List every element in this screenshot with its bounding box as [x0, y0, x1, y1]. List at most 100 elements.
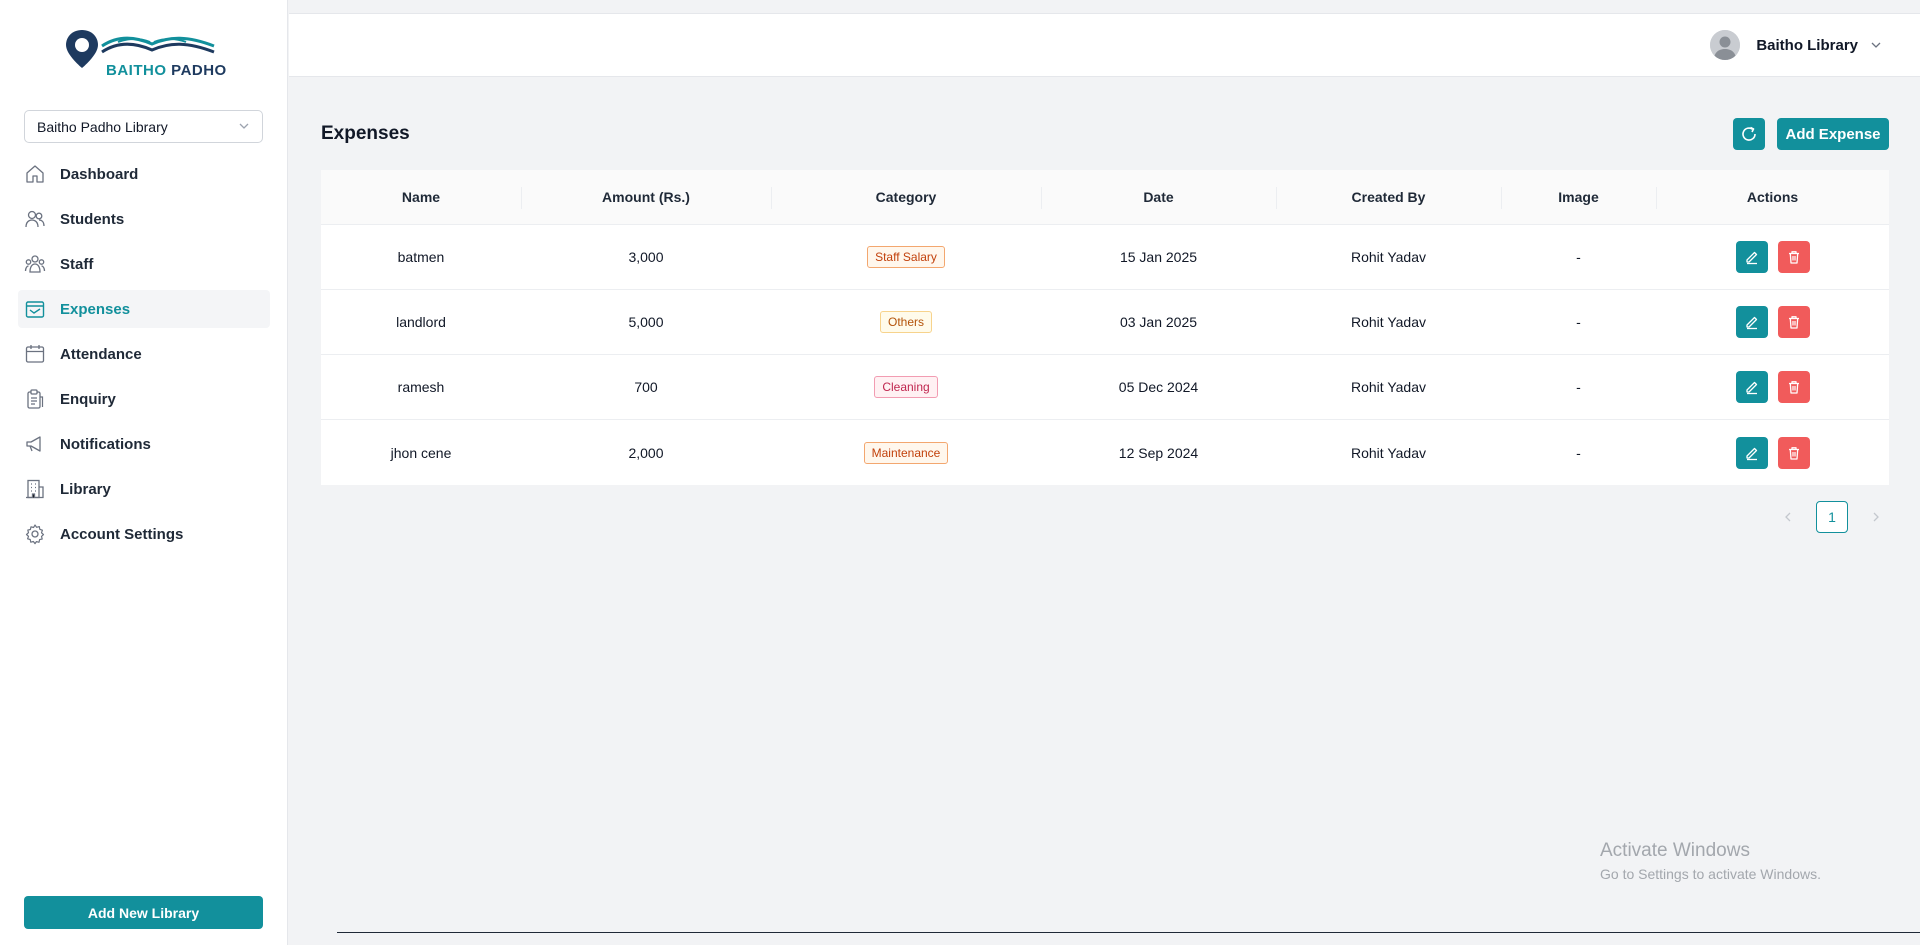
- cell-image: -: [1576, 314, 1581, 330]
- sidebar-item-enquiry[interactable]: Enquiry: [18, 380, 270, 418]
- cell-date: 05 Dec 2024: [1118, 379, 1199, 395]
- watermark-title: Activate Windows: [1600, 840, 1750, 861]
- sidebar-item-library[interactable]: Library: [18, 470, 270, 508]
- cell-actions: [1656, 290, 1889, 354]
- sidebar-item-dashboard[interactable]: Dashboard: [18, 155, 270, 193]
- column-header-amount[interactable]: Amount (Rs.): [521, 170, 771, 224]
- sidebar-item-notifications[interactable]: Notifications: [18, 425, 270, 463]
- user-menu[interactable]: Baitho Library: [1710, 30, 1882, 60]
- trash-icon: [1788, 381, 1799, 394]
- edit-icon: [1745, 447, 1757, 460]
- column-header-date[interactable]: Date: [1041, 170, 1276, 224]
- refresh-button[interactable]: [1733, 118, 1765, 150]
- clipboard-icon: [27, 389, 44, 409]
- sidebar-item-label: Library: [60, 480, 111, 498]
- cell-category: Maintenance: [771, 420, 1041, 485]
- home-icon: [26, 165, 44, 183]
- cell-category: Cleaning: [771, 355, 1041, 419]
- add-new-library-button[interactable]: Add New Library: [24, 896, 263, 929]
- cell-name: batmen: [397, 249, 445, 265]
- sidebar-item-staff[interactable]: Staff: [18, 245, 270, 283]
- cell-created-by: Rohit Yadav: [1351, 379, 1426, 395]
- wallet-icon: [25, 301, 45, 318]
- edit-icon: [1745, 251, 1757, 265]
- edit-button[interactable]: [1735, 371, 1768, 403]
- delete-button[interactable]: [1777, 241, 1810, 273]
- gear-icon: [25, 524, 45, 545]
- cell-name: ramesh: [397, 379, 445, 395]
- category-tag: Maintenance: [863, 441, 949, 464]
- expenses-table: Name Amount (Rs.) Category Date Created …: [321, 170, 1889, 485]
- column-header-name[interactable]: Name: [321, 170, 521, 224]
- cell-image: -: [1576, 444, 1581, 461]
- edit-button[interactable]: [1735, 241, 1768, 273]
- table-row: landlord 5,000 Others 03 Jan 2025 Rohit …: [321, 290, 1889, 355]
- trash-icon: [1788, 251, 1799, 264]
- sidebar-item-label: Enquiry: [60, 390, 116, 408]
- brand-logo[interactable]: BAITHO PADHO: [62, 28, 227, 84]
- category-tag: Cleaning: [874, 376, 938, 398]
- divider: [337, 932, 1920, 933]
- sidebar-item-label: Staff: [60, 255, 94, 273]
- add-expense-button[interactable]: Add Expense: [1777, 118, 1889, 150]
- delete-button[interactable]: [1777, 371, 1810, 403]
- brand-name-part1: BAITHO: [106, 62, 167, 79]
- pagination-page-1[interactable]: 1: [1816, 501, 1848, 533]
- sidebar-item-label: Account Settings: [60, 525, 184, 543]
- delete-button[interactable]: [1777, 436, 1810, 469]
- column-header-image[interactable]: Image: [1501, 170, 1656, 224]
- sidebar-item-attendance[interactable]: Attendance: [18, 335, 270, 373]
- cell-name: jhon cene: [390, 444, 452, 461]
- brand-name-part2: PADHO: [171, 62, 227, 79]
- cell-category: Staff Salary: [771, 225, 1041, 289]
- column-header-created-by[interactable]: Created By: [1276, 170, 1501, 224]
- cell-date: 15 Jan 2025: [1119, 249, 1198, 265]
- pagination-prev-button[interactable]: [1780, 509, 1796, 525]
- trash-icon: [1788, 316, 1799, 329]
- cell-created-by: Rohit Yadav: [1351, 314, 1426, 330]
- chevron-down-icon: [239, 123, 249, 129]
- cell-amount: 2,000: [628, 444, 664, 461]
- column-header-category[interactable]: Category: [771, 170, 1041, 224]
- library-select[interactable]: Baitho Padho Library: [24, 110, 263, 143]
- cell-created-by: Rohit Yadav: [1351, 444, 1426, 461]
- sidebar-item-students[interactable]: Students: [18, 200, 270, 238]
- sidebar-item-label: Expenses: [60, 300, 131, 318]
- cell-amount: 3,000: [628, 249, 664, 265]
- edit-button[interactable]: [1735, 306, 1768, 338]
- sidebar-nav: Dashboard Students Staff Expenses Attend…: [18, 155, 270, 560]
- sidebar-item-label: Notifications: [60, 435, 151, 453]
- delete-button[interactable]: [1777, 306, 1810, 338]
- sidebar: BAITHO PADHO Baitho Padho Library Dashbo…: [0, 0, 288, 945]
- cell-actions: [1656, 225, 1889, 289]
- pagination: 1: [1780, 501, 1884, 533]
- table-row: batmen 3,000 Staff Salary 15 Jan 2025 Ro…: [321, 225, 1889, 290]
- cell-amount: 5,000: [628, 314, 664, 330]
- user-name: Baitho Library: [1756, 36, 1858, 54]
- sidebar-item-label: Dashboard: [60, 165, 139, 183]
- sidebar-item-expenses[interactable]: Expenses: [18, 290, 270, 328]
- watermark-subtitle: Go to Settings to activate Windows.: [1600, 866, 1821, 882]
- cell-date: 03 Jan 2025: [1119, 314, 1198, 330]
- column-header-actions: Actions: [1656, 170, 1889, 224]
- brand-name: BAITHO PADHO: [106, 62, 227, 79]
- top-header: Baitho Library: [289, 13, 1920, 77]
- cell-actions: [1656, 420, 1889, 485]
- windows-activation-watermark: Activate Windows Go to Settings to activ…: [1600, 840, 1821, 882]
- page-title: Expenses: [321, 123, 410, 144]
- users-icon: [25, 210, 45, 228]
- sidebar-item-account-settings[interactable]: Account Settings: [18, 515, 270, 553]
- edit-icon: [1745, 381, 1757, 395]
- team-icon: [24, 255, 46, 273]
- cell-name: landlord: [396, 314, 446, 330]
- table-row: ramesh 700 Cleaning 05 Dec 2024 Rohit Ya…: [321, 355, 1889, 420]
- chevron-right-icon: [1873, 512, 1879, 522]
- calendar-icon: [25, 345, 45, 363]
- table-row: jhon cene 2,000 Maintenance 12 Sep 2024 …: [321, 420, 1889, 485]
- pagination-next-button[interactable]: [1868, 509, 1884, 525]
- edit-button[interactable]: [1735, 436, 1768, 469]
- cell-amount: 700: [634, 379, 658, 395]
- trash-icon: [1788, 446, 1799, 460]
- user-silhouette-icon: [1710, 30, 1741, 60]
- chevron-left-icon: [1785, 512, 1791, 522]
